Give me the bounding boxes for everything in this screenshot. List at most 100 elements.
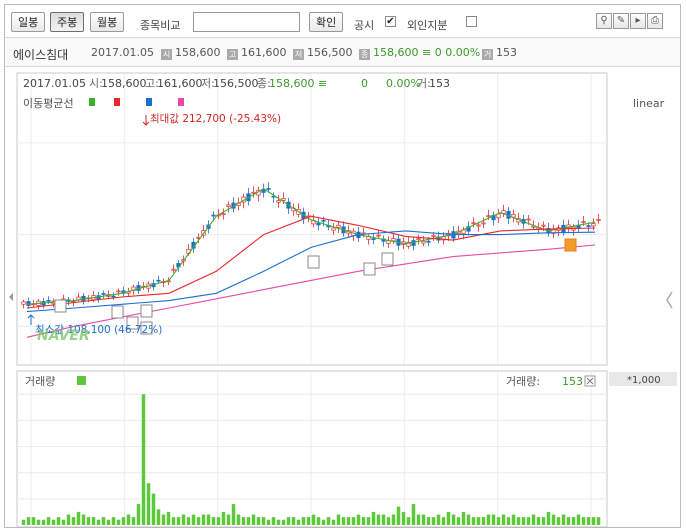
volume-bar — [316, 517, 321, 525]
confirm-button[interactable]: 확인 — [309, 12, 344, 32]
print-icon[interactable]: ⎙ — [647, 13, 663, 29]
volume-bar — [476, 517, 481, 525]
volume-bar — [281, 519, 286, 525]
volume-bar — [466, 514, 471, 525]
volume-bar — [421, 514, 426, 525]
volume-bar — [131, 517, 136, 525]
volume-bar — [411, 504, 416, 525]
disclosure-checkbox[interactable]: ✔ — [385, 16, 396, 27]
volume-bar — [146, 483, 151, 525]
volume-bar — [541, 517, 546, 525]
draw-icon[interactable]: ✎ — [613, 13, 629, 29]
ma-legend-swatch — [114, 98, 120, 106]
volume-bar — [121, 517, 126, 525]
compare-input[interactable] — [193, 12, 300, 32]
scale-label[interactable]: linear — [633, 97, 665, 110]
volume-bar — [26, 517, 31, 525]
volume-bar — [256, 517, 261, 525]
summary-date: 2017.01.05 — [23, 77, 86, 90]
volume-bar — [56, 517, 61, 525]
volume-bar — [231, 504, 236, 525]
volume-bar — [61, 519, 66, 525]
info-bar: 에이스침대 2017.01.05 시 158,600 고 161,600 저 156,… — [5, 38, 680, 67]
summary-pct: 0.00% — [386, 77, 421, 90]
indicator-icon[interactable]: ⚲ — [596, 13, 612, 29]
candle-body — [391, 238, 396, 242]
daily-button[interactable]: 일봉 — [11, 12, 46, 32]
volume-bar — [531, 514, 536, 525]
volume-bar — [416, 514, 421, 525]
volume-bar — [501, 514, 506, 525]
volume-bar — [381, 514, 386, 525]
volume-bar — [21, 519, 26, 525]
volume-bar — [366, 517, 371, 525]
chart-area: 2017.01.05 시: 158,600 고: 161,600 저: 156,… — [9, 72, 677, 527]
volume-bar — [216, 517, 221, 525]
scroll-right-icon[interactable] — [666, 291, 673, 309]
volume-bar — [516, 517, 521, 525]
event-marker-box — [363, 262, 376, 276]
volume-bar — [91, 517, 96, 525]
weekly-button[interactable]: 주봉 — [50, 12, 85, 32]
scroll-left-icon[interactable] — [9, 293, 13, 301]
volume-bar — [156, 509, 161, 525]
info-low: 저 156,500 — [293, 46, 353, 60]
volume-bar — [76, 511, 81, 525]
compare-label: 종목비교 — [140, 19, 181, 32]
candle-body — [581, 221, 586, 223]
volume-bar — [236, 514, 241, 525]
volume-bar — [521, 517, 526, 525]
foreign-checkbox[interactable] — [466, 16, 477, 27]
volume-bar — [151, 493, 156, 525]
volume-bar — [241, 517, 246, 525]
candle-body — [596, 218, 601, 221]
info-close: 종 158,600 ≡ 0 0.00% — [359, 46, 481, 60]
event-marker-box — [140, 304, 153, 318]
candle-body — [116, 290, 121, 293]
volume-bar — [551, 514, 556, 525]
max-annotation: 최대값 212,700 (-25.43%) — [150, 113, 281, 125]
volume-legend-swatch — [77, 376, 86, 385]
volume-bar — [376, 514, 381, 525]
volume-bar — [336, 514, 341, 525]
volume-bar — [506, 517, 511, 525]
volume-bar — [296, 519, 301, 525]
volume-bar — [371, 511, 376, 525]
volume-bar — [326, 517, 331, 525]
volume-bar — [111, 517, 116, 525]
volume-bar — [106, 519, 111, 525]
candle-body — [276, 200, 281, 203]
volume-bar — [386, 517, 391, 525]
candle-body — [26, 301, 31, 306]
volume-bar — [511, 514, 516, 525]
volume-bar — [441, 517, 446, 525]
volume-value: 153 — [562, 375, 583, 388]
volume-bar — [46, 517, 51, 525]
volume-bar — [206, 514, 211, 525]
volume-bar — [491, 514, 496, 525]
volume-bar — [141, 394, 146, 525]
summary-change: 0 — [361, 77, 368, 90]
info-high: 고 161,600 — [227, 46, 287, 60]
volume-bar — [396, 506, 401, 525]
volume-bar — [536, 517, 541, 525]
candle-body — [586, 225, 591, 227]
volume-bar — [266, 519, 271, 525]
volume-bar — [496, 517, 501, 525]
monthly-button[interactable]: 월봉 — [90, 12, 125, 32]
event-marker-box — [54, 299, 67, 313]
volume-bar — [306, 517, 311, 525]
info-volume: 거 153 — [482, 46, 517, 60]
volume-bar — [201, 514, 206, 525]
volume-bar — [276, 519, 281, 525]
volume-bar — [456, 517, 461, 525]
volume-bar — [391, 514, 396, 525]
volume-bar — [401, 511, 406, 525]
candle-body — [526, 218, 531, 221]
volume-bar — [581, 517, 586, 525]
cursor-icon[interactable]: ▸ — [630, 13, 646, 29]
volume-bar — [356, 514, 361, 525]
volume-bar — [301, 517, 306, 525]
volume-bar — [171, 517, 176, 525]
candle-body — [476, 224, 481, 227]
